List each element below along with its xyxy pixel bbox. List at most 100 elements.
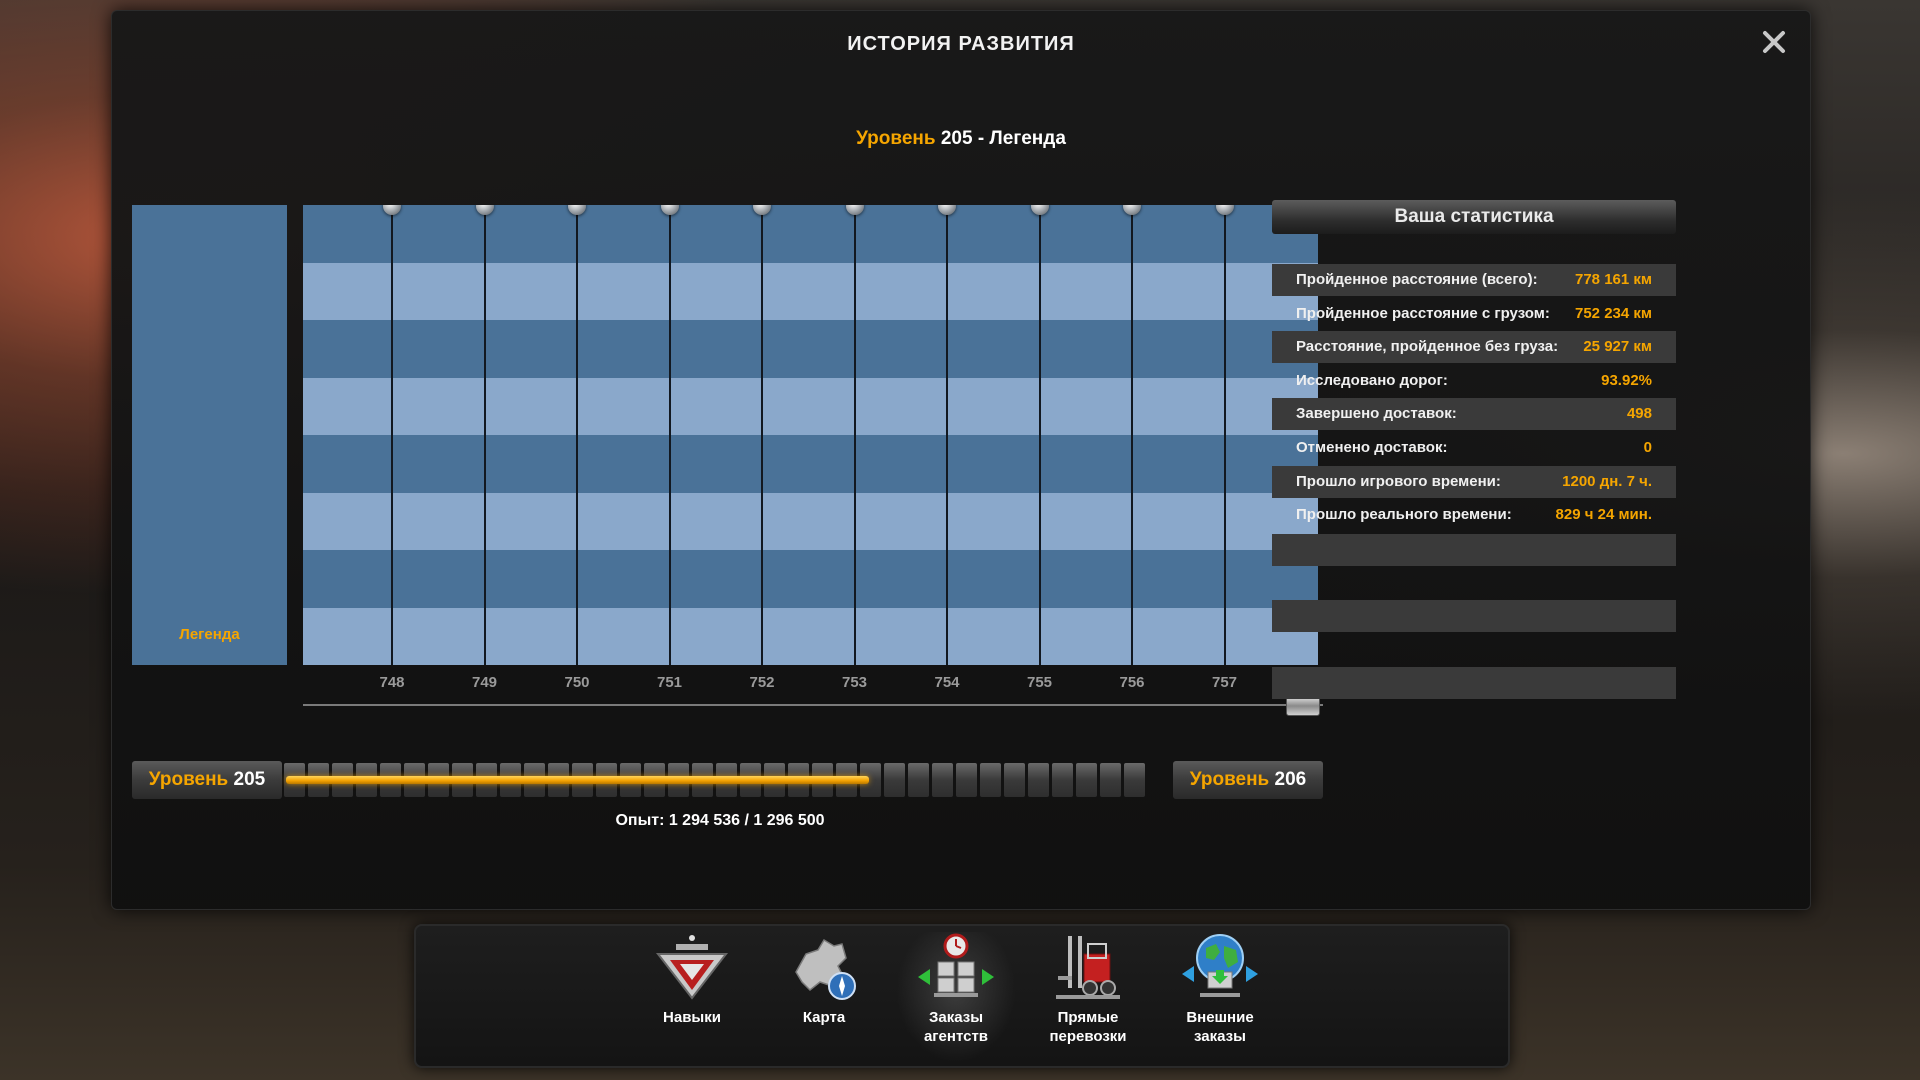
- stat-row: Исследовано дорог: 93.92%: [1272, 365, 1676, 397]
- tool-label-line1: Прямые: [1057, 1009, 1119, 1026]
- tool-label-line2: заказы: [1194, 1028, 1246, 1045]
- grid-band: [303, 205, 1318, 263]
- legend-label: Легенда: [179, 626, 240, 643]
- level-tick-label: 754: [934, 674, 960, 691]
- current-level-badge: Уровень 205: [132, 761, 282, 799]
- xp-text: Опыт: 1 294 536 / 1 296 500: [615, 812, 825, 829]
- level-word: Уровень: [856, 128, 936, 149]
- level-tick-label: 755: [1026, 674, 1053, 691]
- tool-label-line1: Внешние: [1186, 1009, 1254, 1026]
- tool-map[interactable]: Карта: [764, 932, 884, 1062]
- stat-label: Отменено доставок:: [1296, 439, 1448, 456]
- next-level-number: 206: [1274, 769, 1307, 790]
- globe-icon: [1182, 934, 1258, 997]
- xp-segment: [884, 763, 905, 797]
- stat-label: Исследовано дорог:: [1296, 371, 1448, 389]
- stat-value: 25 927 км: [1583, 338, 1652, 356]
- scroll-thumb[interactable]: [1286, 696, 1320, 716]
- xp-segment: [1124, 763, 1145, 797]
- tool-agency-orders[interactable]: Заказы агентств: [896, 932, 1016, 1062]
- close-button[interactable]: [1755, 23, 1795, 63]
- stat-value: 0: [1643, 439, 1652, 456]
- legend-column: Легенда: [132, 205, 287, 665]
- map-icon: [795, 938, 856, 1000]
- grid-band: [303, 492, 1318, 551]
- stat-label: Пройденное расстояние (всего):: [1296, 271, 1538, 288]
- stat-label: Завершено доставок:: [1296, 405, 1457, 423]
- agency-orders-icon: [918, 933, 994, 997]
- xp-segment: [908, 763, 929, 797]
- xp-progress-bar: [284, 763, 1170, 797]
- stat-label: Прошло игрового времени:: [1296, 472, 1501, 490]
- grid-band: [303, 435, 1318, 493]
- stats-empty-row: [1272, 534, 1676, 566]
- bottom-toolbar: Навыки Карта Заказы агентств Прямые пере…: [414, 924, 1510, 1068]
- stat-row: Отменено доставок: 0: [1272, 432, 1676, 464]
- level-divider: [668, 205, 671, 665]
- xp-progress-fill: [286, 776, 869, 784]
- level-divider: [1223, 205, 1226, 665]
- stat-value: 1200 дн. 7 ч.: [1562, 472, 1652, 490]
- level-tick-label: 756: [1119, 674, 1145, 691]
- tool-label: Заказы агентств: [896, 1008, 1016, 1046]
- tool-direct-transport[interactable]: Прямые перевозки: [1028, 932, 1148, 1062]
- level-rank: - Легенда: [977, 128, 1066, 149]
- tool-external-orders[interactable]: Внешние заказы: [1160, 932, 1280, 1062]
- level-tick-label: 750: [564, 674, 590, 691]
- stat-label: Расстояние, пройденное без груза:: [1296, 338, 1559, 356]
- stat-row: Пройденное расстояние с грузом: 752 234 к…: [1272, 298, 1676, 330]
- scroll-track[interactable]: [303, 704, 1323, 706]
- forklift-icon: [1056, 936, 1120, 999]
- window-title: ИСТОРИЯ РАЗВИТИЯ: [847, 33, 1075, 55]
- stat-value: 829 ч 24 мин.: [1555, 506, 1652, 524]
- xp-segment: [1100, 763, 1121, 797]
- stat-row: Пройденное расстояние (всего): 778 161 км: [1272, 264, 1676, 296]
- grid-band: [303, 550, 1318, 608]
- grid-band: [303, 607, 1318, 665]
- next-level-word: Уровень: [1189, 769, 1270, 790]
- stat-value: 498: [1626, 405, 1652, 423]
- xp-segment: [932, 763, 953, 797]
- level-divider: [391, 205, 393, 665]
- stat-row: Расстояние, пройденное без груза: 25 927 …: [1272, 331, 1676, 364]
- level-divider: [1038, 205, 1041, 665]
- stat-value: 93.92%: [1601, 371, 1652, 389]
- grid-band: [303, 377, 1318, 436]
- xp-segment: [1052, 763, 1073, 797]
- stat-value: 778 161 км: [1575, 271, 1652, 288]
- skills-icon: [655, 935, 729, 1000]
- stat-label: Пройденное расстояние с грузом:: [1296, 304, 1550, 322]
- xp-segment: [956, 763, 977, 797]
- tool-label-line1: Заказы: [928, 1009, 984, 1026]
- stat-value: 752 234 км: [1575, 304, 1652, 322]
- level-divider: [761, 205, 763, 665]
- tool-label-line2: перевозки: [1049, 1028, 1127, 1045]
- tool-label: Карта: [802, 1009, 846, 1026]
- current-level-number: 205: [233, 769, 266, 790]
- level-divider: [946, 205, 948, 665]
- tool-label: Внешние заказы: [1160, 1008, 1280, 1046]
- close-icon: [1763, 31, 1785, 53]
- current-level-word: Уровень: [148, 769, 229, 790]
- tool-label: Прямые перевозки: [1028, 1008, 1148, 1046]
- xp-segment: [980, 763, 1001, 797]
- stat-row: Прошло игрового времени: 1200 дн. 7 ч.: [1272, 465, 1676, 498]
- stats-title: Ваша статистика: [1272, 200, 1676, 234]
- level-tick-label: 748: [379, 674, 405, 691]
- level-number: 205: [940, 128, 973, 149]
- level-tick-label: 753: [841, 674, 868, 691]
- level-title: Уровень 205 - Легенда: [112, 128, 1810, 150]
- tool-label: Навыки: [663, 1009, 721, 1026]
- grid-band: [303, 320, 1318, 378]
- stats-empty-row: [1272, 667, 1676, 699]
- xp-segment: [1076, 763, 1097, 797]
- level-tick-label: 757: [1211, 674, 1238, 691]
- tool-label-line2: агентств: [923, 1028, 989, 1045]
- level-divider: [576, 205, 578, 665]
- xp-segment: [1028, 763, 1049, 797]
- level-divider: [483, 205, 486, 665]
- tool-skills[interactable]: Навыки: [632, 932, 752, 1062]
- stat-row: Прошло реального времени: 829 ч 24 мин.: [1272, 499, 1676, 531]
- level-history-grid[interactable]: [303, 205, 1318, 665]
- stats-empty-row: [1272, 600, 1676, 632]
